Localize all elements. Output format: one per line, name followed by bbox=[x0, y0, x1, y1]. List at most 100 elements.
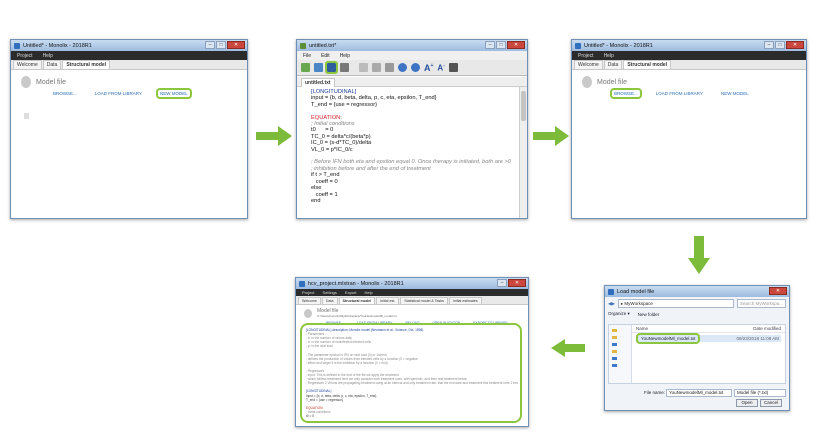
paste-icon[interactable] bbox=[385, 63, 394, 72]
tab-initial-est[interactable]: Initial est. bbox=[376, 297, 400, 304]
menu-help[interactable]: Help bbox=[43, 53, 53, 59]
new-model-button[interactable]: NEW MODEL bbox=[155, 88, 192, 99]
copy-icon[interactable] bbox=[372, 63, 381, 72]
monolix-app-icon bbox=[299, 280, 305, 287]
tab-initial-estimates[interactable]: Initial estimates bbox=[448, 297, 482, 304]
load-model-file-dialog: Load model file ✕ ◀▶ ▸ MyWorkspace Searc… bbox=[604, 285, 790, 411]
open-folder-icon[interactable] bbox=[314, 63, 323, 72]
menu-edit[interactable]: Edit bbox=[321, 53, 330, 59]
open-button[interactable]: Open bbox=[736, 399, 758, 407]
tab-bar: Welcome Data Structural model bbox=[11, 60, 247, 70]
small-file-icon bbox=[24, 113, 29, 119]
tab-data[interactable]: Data bbox=[42, 60, 62, 69]
cut-icon[interactable] bbox=[359, 63, 368, 72]
file-tab-bar: untitled.txt bbox=[297, 77, 527, 87]
back-icon[interactable]: ◀▶ bbox=[608, 301, 615, 307]
vertical-scrollbar[interactable] bbox=[519, 87, 527, 218]
filetype-select[interactable]: Model file (*.txt) bbox=[734, 389, 786, 397]
font-decrease-icon[interactable]: A- bbox=[437, 63, 444, 73]
tab-structural-model[interactable]: Structural model bbox=[338, 297, 376, 304]
file-icon bbox=[21, 76, 31, 88]
scroll-thumb[interactable] bbox=[521, 91, 526, 121]
dialog-body: ◀▶ ▸ MyWorkspace Search MyWorkspa... Org… bbox=[605, 297, 789, 410]
tab-statistical-model[interactable]: Statistical model & Tasks bbox=[400, 297, 448, 304]
folder-icon[interactable] bbox=[612, 336, 617, 339]
menu-export[interactable]: Export bbox=[345, 290, 357, 295]
close-button[interactable]: ✕ bbox=[507, 41, 525, 49]
close-button[interactable]: ✕ bbox=[769, 287, 787, 295]
minimize-button[interactable]: – bbox=[764, 41, 774, 49]
tab-data[interactable]: Data bbox=[321, 297, 338, 304]
settings-icon[interactable] bbox=[448, 63, 458, 72]
model-code-line: ; Regression 2 Virions are propagating t… bbox=[306, 381, 518, 386]
address-bar[interactable]: ▸ MyWorkspace bbox=[617, 299, 734, 308]
minimize-button[interactable]: – bbox=[485, 41, 495, 49]
save-icon[interactable] bbox=[325, 61, 338, 74]
model-file-row: Model file bbox=[11, 70, 247, 90]
tab-structural-model[interactable]: Structural model bbox=[62, 60, 111, 69]
redo-icon[interactable] bbox=[411, 63, 420, 72]
menu-help[interactable]: Help bbox=[604, 53, 614, 59]
browse-button[interactable]: BROWSE... bbox=[610, 88, 642, 99]
menu-help[interactable]: Help bbox=[364, 290, 372, 295]
menu-project[interactable]: Project bbox=[578, 53, 594, 59]
close-button[interactable]: ✕ bbox=[786, 41, 804, 49]
file-list-header: Name Date modified bbox=[632, 325, 785, 333]
minimize-button[interactable]: – bbox=[497, 279, 507, 287]
minimize-button[interactable]: – bbox=[205, 41, 215, 49]
tab-bar: Welcome Data Structural model Initial es… bbox=[296, 296, 528, 305]
menu-settings[interactable]: Settings bbox=[322, 290, 336, 295]
close-button[interactable]: ✕ bbox=[227, 41, 245, 49]
filename-input[interactable]: YouNewmodelMl_model.txt bbox=[666, 389, 732, 397]
file-name[interactable]: YouNewmodelMl_model.txt bbox=[635, 333, 701, 344]
column-date-modified[interactable]: Date modified bbox=[753, 325, 781, 332]
new-model-button[interactable]: NEW MODEL bbox=[719, 90, 751, 97]
title-bar: Untitled* - Monolix - 2018R1 – □ ✕ bbox=[11, 40, 247, 51]
browse-button[interactable]: BROWSE... bbox=[51, 90, 79, 97]
menu-help[interactable]: Help bbox=[340, 53, 350, 59]
network-icon[interactable] bbox=[612, 364, 617, 367]
model-file-label: Model file bbox=[36, 78, 66, 86]
menu-bar: Project Help bbox=[572, 51, 806, 60]
tab-untitled[interactable]: untitled.txt bbox=[301, 78, 335, 87]
menu-project[interactable]: Project bbox=[17, 53, 33, 59]
tab-welcome[interactable]: Welcome bbox=[574, 60, 603, 69]
computer-icon[interactable] bbox=[612, 357, 617, 360]
model-content: [LONGITUDINAL] description: Monolix mode… bbox=[306, 328, 518, 418]
code-editor[interactable]: [LONGITUDINAL] input = {b, d, beta, delta… bbox=[297, 87, 519, 218]
column-name[interactable]: Name bbox=[636, 325, 648, 332]
tab-welcome[interactable]: Welcome bbox=[13, 60, 42, 69]
arrow-right-icon bbox=[256, 126, 292, 146]
print-icon[interactable] bbox=[340, 63, 349, 72]
maximize-button[interactable]: □ bbox=[775, 41, 785, 49]
tab-structural-model[interactable]: Structural model bbox=[623, 60, 672, 69]
dialog-icon bbox=[608, 288, 614, 295]
cancel-button[interactable]: Cancel bbox=[760, 399, 782, 407]
font-increase-icon[interactable]: A+ bbox=[424, 63, 433, 73]
load-from-library-button[interactable]: LOAD FROM LIBRARY bbox=[654, 90, 705, 97]
new-folder-button[interactable]: New folder bbox=[638, 312, 660, 317]
navigation-pane[interactable] bbox=[609, 325, 632, 383]
tab-welcome[interactable]: Welcome bbox=[298, 297, 321, 304]
mlxeditor-window: untitled.txt* – □ ✕ File Edit Help A+ A-… bbox=[296, 39, 528, 219]
file-row[interactable]: YouNewmodelMl_model.txt 09/23/2018 11:08… bbox=[635, 333, 781, 344]
organize-button[interactable]: Organize ▾ bbox=[608, 311, 630, 317]
close-button[interactable]: ✕ bbox=[508, 279, 526, 287]
menu-project[interactable]: Project bbox=[302, 290, 314, 295]
arrow-left-icon bbox=[551, 339, 585, 357]
maximize-button[interactable]: □ bbox=[216, 41, 226, 49]
folder-icon[interactable] bbox=[612, 350, 617, 353]
undo-icon[interactable] bbox=[398, 63, 407, 72]
library-icon[interactable] bbox=[612, 343, 617, 346]
tab-data[interactable]: Data bbox=[603, 60, 623, 69]
load-from-library-button[interactable]: LOAD FROM LIBRARY bbox=[93, 90, 144, 97]
new-file-icon[interactable] bbox=[301, 63, 310, 72]
folder-icon[interactable] bbox=[612, 329, 617, 332]
file-icon bbox=[304, 308, 312, 318]
search-input[interactable]: Search MyWorkspa... bbox=[737, 299, 786, 308]
tab-bar: Welcome Data Structural model bbox=[572, 60, 806, 70]
maximize-button[interactable]: □ bbox=[496, 41, 506, 49]
menu-bar: File Edit Help bbox=[297, 51, 527, 60]
menu-file[interactable]: File bbox=[303, 53, 311, 59]
model-file-row: Model file C:/Users/monolix/MyWorkspace/… bbox=[296, 305, 528, 318]
